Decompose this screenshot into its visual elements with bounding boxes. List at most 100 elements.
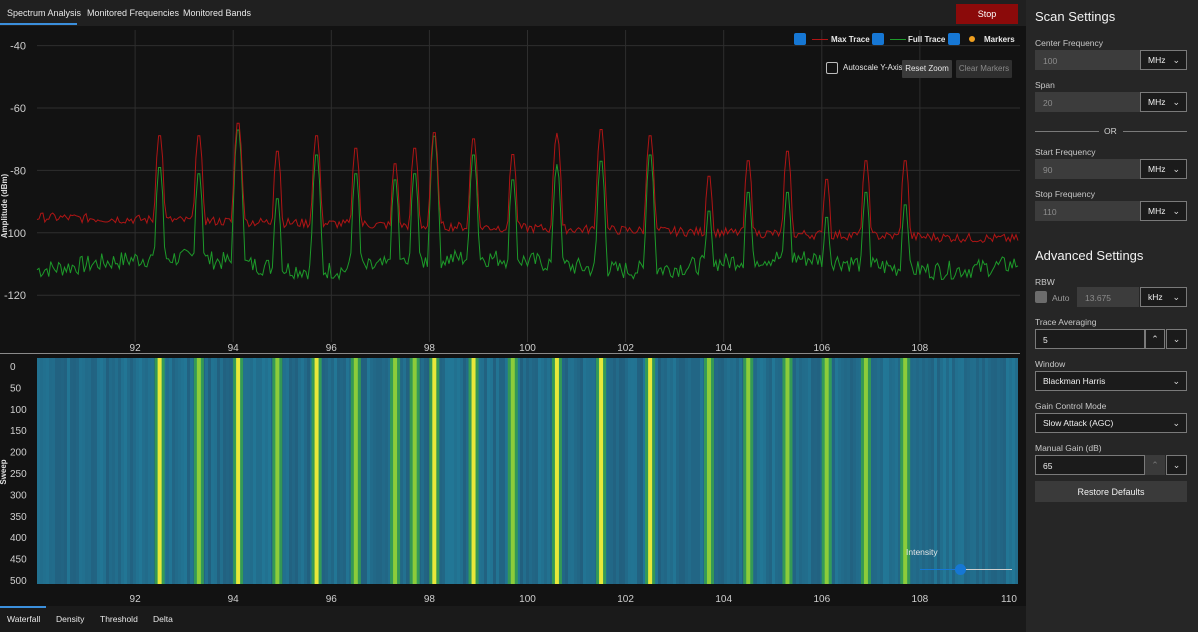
waterfall-noise-column xyxy=(994,358,997,584)
waterfall-noise-column xyxy=(400,358,403,584)
rbw-unit-select[interactable]: kHz ⌄ xyxy=(1140,287,1187,307)
manual-gain-increment-button[interactable]: ⌃ xyxy=(1145,455,1165,475)
restore-defaults-button[interactable]: Restore Defaults xyxy=(1035,481,1187,502)
settings-panel: Scan Settings Center Frequency 100 MHz ⌄ … xyxy=(1026,0,1198,632)
waterfall-noise-column xyxy=(181,358,184,584)
chevron-down-icon: ⌄ xyxy=(1172,334,1181,344)
waterfall-noise-column xyxy=(592,358,595,584)
waterfall-noise-column xyxy=(841,358,844,584)
center-frequency-input[interactable]: 100 xyxy=(1035,50,1140,70)
waterfall-noise-column xyxy=(373,358,376,584)
waterfall-noise-column xyxy=(628,358,631,584)
window-select[interactable]: Blackman Harris ⌄ xyxy=(1035,371,1187,391)
gain-control-mode-select[interactable]: Slow Attack (AGC) ⌄ xyxy=(1035,413,1187,433)
waterfall-noise-column xyxy=(79,358,82,584)
tab-delta[interactable]: Delta xyxy=(153,614,173,624)
trace-averaging-label: Trace Averaging xyxy=(1035,317,1097,327)
waterfall-noise-column xyxy=(877,358,880,584)
spectrum-plot[interactable]: -40 -60 -80 -100 -120 92 94 96 98 100 102 104 106 108… xyxy=(0,26,1026,354)
waterfall-noise-column xyxy=(577,358,580,584)
stop-button[interactable]: Stop xyxy=(956,4,1018,24)
waterfall-noise-column xyxy=(109,358,112,584)
markers-checkbox[interactable] xyxy=(948,33,960,45)
tab-waterfall[interactable]: Waterfall xyxy=(7,614,40,624)
rbw-auto-checkbox[interactable] xyxy=(1035,291,1047,303)
waterfall-x-tick-label: 108 xyxy=(912,594,929,605)
tab-threshold[interactable]: Threshold xyxy=(100,614,138,624)
trace-averaging-decrement-button[interactable]: ⌄ xyxy=(1166,329,1187,349)
waterfall-noise-column xyxy=(715,358,718,584)
full-trace-checkbox[interactable] xyxy=(872,33,884,45)
chevron-up-icon: ⌃ xyxy=(1151,334,1159,344)
waterfall-noise-column xyxy=(838,358,841,584)
manual-gain-input[interactable]: 65 xyxy=(1035,455,1145,475)
start-frequency-unit-select[interactable]: MHz ⌄ xyxy=(1140,159,1187,179)
waterfall-noise-column xyxy=(115,358,118,584)
waterfall-noise-column xyxy=(328,358,331,584)
intensity-slider-thumb[interactable] xyxy=(954,564,966,575)
waterfall-signal-core xyxy=(863,358,868,584)
start-frequency-input[interactable]: 90 xyxy=(1035,159,1140,179)
waterfall-noise-column xyxy=(697,358,700,584)
waterfall-noise-column xyxy=(814,358,817,584)
waterfall-noise-column xyxy=(874,358,877,584)
waterfall-noise-column xyxy=(460,358,463,584)
waterfall-noise-column xyxy=(406,358,409,584)
waterfall-noise-column xyxy=(571,358,574,584)
waterfall-noise-column xyxy=(970,358,973,584)
center-frequency-unit-select[interactable]: MHz ⌄ xyxy=(1140,50,1187,70)
waterfall-noise-column xyxy=(625,358,628,584)
or-divider-left xyxy=(1035,131,1099,132)
trace-averaging-increment-button[interactable]: ⌃ xyxy=(1145,329,1165,349)
tab-density[interactable]: Density xyxy=(56,614,84,624)
max-trace-checkbox[interactable] xyxy=(794,33,806,45)
waterfall-noise-column xyxy=(364,358,367,584)
rbw-input[interactable]: 13.675 xyxy=(1077,287,1139,307)
waterfall-noise-column xyxy=(190,358,193,584)
waterfall-noise-column xyxy=(889,358,892,584)
span-unit-select[interactable]: MHz ⌄ xyxy=(1140,92,1187,112)
waterfall-noise-column xyxy=(220,358,223,584)
waterfall-noise-column xyxy=(721,358,724,584)
waterfall-noise-column xyxy=(82,358,85,584)
waterfall-y-tick-label: 400 xyxy=(10,533,27,544)
waterfall-noise-column xyxy=(793,358,796,584)
waterfall-noise-column xyxy=(946,358,949,584)
waterfall-noise-column xyxy=(493,358,496,584)
clear-markers-button[interactable]: Clear Markers xyxy=(956,60,1012,78)
manual-gain-decrement-button[interactable]: ⌄ xyxy=(1166,455,1187,475)
reset-zoom-button[interactable]: Reset Zoom xyxy=(902,60,952,78)
rbw-auto-label: Auto xyxy=(1052,293,1070,303)
waterfall-signal-core xyxy=(412,358,417,584)
tab-monitored-bands[interactable]: Monitored Bands xyxy=(183,8,251,18)
span-input[interactable]: 20 xyxy=(1035,92,1140,112)
window-value: Blackman Harris xyxy=(1043,376,1106,386)
waterfall-noise-column xyxy=(805,358,808,584)
waterfall-noise-column xyxy=(496,358,499,584)
stop-frequency-input[interactable]: 110 xyxy=(1035,201,1140,221)
waterfall-noise-column xyxy=(370,358,373,584)
tab-spectrum-analysis[interactable]: Spectrum Analysis xyxy=(7,8,81,18)
intensity-slider-track[interactable] xyxy=(920,564,1012,575)
full-trace-label: Full Trace xyxy=(908,35,946,44)
waterfall-noise-column xyxy=(403,358,406,584)
trace-averaging-input[interactable]: 5 xyxy=(1035,329,1145,349)
view-tab-bar: Waterfall Density Threshold Delta xyxy=(0,606,1026,632)
waterfall-noise-column xyxy=(892,358,895,584)
waterfall-noise-column xyxy=(292,358,295,584)
waterfall-noise-column xyxy=(664,358,667,584)
waterfall-noise-column xyxy=(724,358,727,584)
rbw-unit-value: kHz xyxy=(1148,292,1163,302)
waterfall-noise-column xyxy=(718,358,721,584)
stop-frequency-unit-select[interactable]: MHz ⌄ xyxy=(1140,201,1187,221)
waterfall-noise-column xyxy=(670,358,673,584)
waterfall-noise-column xyxy=(772,358,775,584)
waterfall-noise-column xyxy=(733,358,736,584)
waterfall-signal-core xyxy=(599,358,604,584)
waterfall-noise-column xyxy=(256,358,259,584)
waterfall-plot[interactable]: 0 50 100 150 200 250 300 350 400 450 500 92 94 96 98 10… xyxy=(0,354,1026,610)
autoscale-checkbox[interactable] xyxy=(826,62,838,74)
span-label: Span xyxy=(1035,80,1055,90)
tab-monitored-frequencies[interactable]: Monitored Frequencies xyxy=(87,8,179,18)
waterfall-noise-column xyxy=(40,358,43,584)
